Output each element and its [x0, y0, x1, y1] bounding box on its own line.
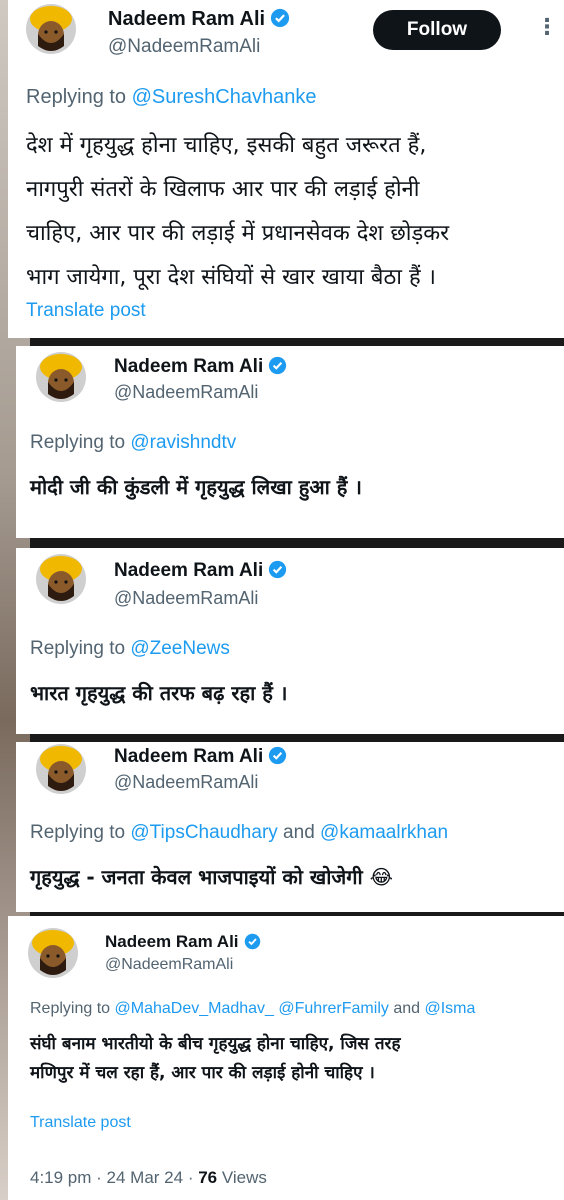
mention-link[interactable]: @SureshChavhanke [132, 86, 317, 108]
tweet-text-line: देश में गृहयुद्ध होना चाहिए, इसकी बहुत ज… [26, 133, 427, 158]
post-metadata: 4:19 pm · 24 Mar 24 · 76 Views [30, 1168, 267, 1187]
post-time[interactable]: 4:19 pm [30, 1168, 91, 1187]
tweet-text-line: मोदी जी की कुंडली में गृहयुद्ध लिखा हुआ … [30, 475, 362, 499]
mention-link[interactable]: @ravishndtv [130, 432, 236, 453]
tweet-text-line: चाहिए, आर पार की लड़ाई में प्रधानसेवक दे… [26, 221, 450, 246]
tweet-text-line: भारत गृहयुद्ध की तरफ बढ़ रहा हैं । [30, 681, 288, 705]
more-options-icon[interactable]: ⋮ [536, 14, 559, 40]
replying-to: Replying to @TipsChaudhary and @kamaalrk… [30, 822, 449, 843]
tweet-text: संघी बनाम भारतीयो के बीच गृहयुद्ध होना च… [30, 1030, 401, 1088]
tweet-card-2: Nadeem Ram Ali @NadeemRamAli Replying to… [16, 346, 564, 538]
tweet-text-line: मणिपुर में चल रहा हैं, आर पार की लड़ाई ह… [30, 1063, 375, 1083]
tweet-card-5: Nadeem Ram Ali @NadeemRamAli Replying to… [8, 916, 564, 1200]
avatar[interactable] [36, 554, 86, 604]
author-name: Nadeem Ram Ali [105, 932, 261, 952]
verified-badge-icon [269, 356, 287, 375]
tweet-text-line: गृहयुद्ध - जनता केवल भाजपाइयों को खोजेगी… [30, 865, 394, 889]
tweet-text: भारत गृहयुद्ध की तरफ बढ़ रहा हैं । [30, 678, 287, 708]
verified-badge-icon [269, 746, 287, 765]
author-name: Nadeem Ram Ali [114, 356, 287, 378]
replying-to: Replying to @ZeeNews [30, 638, 230, 659]
mention-link[interactable]: @TipsChaudhary [130, 822, 277, 843]
translate-post-link[interactable]: Translate post [26, 300, 146, 322]
author-name: Nadeem Ram Ali [114, 560, 287, 582]
author-handle: @NadeemRamAli [114, 772, 259, 792]
avatar[interactable] [36, 744, 86, 794]
tweet-text: मोदी जी की कुंडली में गृहयुद्ध लिखा हुआ … [30, 472, 362, 502]
views-label: Views [221, 1168, 267, 1187]
tweet-card-3: Nadeem Ram Ali @NadeemRamAli Replying to… [16, 548, 564, 734]
mention-link[interactable]: @kamaalrkhan [320, 822, 448, 843]
author-handle: @NadeemRamAli [114, 382, 259, 402]
verified-badge-icon [244, 933, 260, 950]
author-handle: @NadeemRamAli [105, 956, 234, 973]
author-name: Nadeem Ram Ali [108, 8, 290, 31]
tweet-card-1: Nadeem Ram Ali @NadeemRamAli Follow ⋮ Re… [8, 0, 564, 338]
tweet-text: देश में गृहयुद्ध होना चाहिए, इसकी बहुत ज… [26, 124, 449, 300]
avatar[interactable] [36, 352, 86, 402]
author-handle: @NadeemRamAli [108, 36, 261, 57]
replying-to: Replying to @MahaDev_Madhav_ @FuhrerFami… [30, 1000, 476, 1017]
avatar[interactable] [26, 4, 76, 54]
mention-link[interactable]: @MahaDev_Madhav_ [115, 1000, 274, 1017]
tweet-text-line: भाग जायेगा, पूरा देश संघियों से खार खाया… [26, 265, 436, 290]
replying-to: Replying to @SureshChavhanke [26, 86, 317, 108]
post-date[interactable]: 24 Mar 24 [107, 1168, 184, 1187]
follow-button[interactable]: Follow [373, 10, 501, 50]
avatar[interactable] [28, 928, 78, 978]
tweet-text-line: संघी बनाम भारतीयो के बीच गृहयुद्ध होना च… [30, 1034, 401, 1054]
verified-badge-icon [269, 560, 287, 579]
tweet-card-4: Nadeem Ram Ali @NadeemRamAli Replying to… [16, 742, 564, 912]
author-handle: @NadeemRamAli [114, 588, 259, 608]
mention-link[interactable]: @ZeeNews [130, 638, 230, 659]
author-name: Nadeem Ram Ali [114, 746, 287, 768]
translate-post-link[interactable]: Translate post [30, 1114, 131, 1132]
tweet-text-line: नागपुरी संतरों के खिलाफ आर पार की लड़ाई … [26, 177, 420, 202]
views-count: 76 [198, 1168, 218, 1187]
verified-badge-icon [271, 8, 290, 28]
mention-link[interactable]: @Isma [424, 1000, 475, 1017]
mention-link[interactable]: @FuhrerFamily [278, 1000, 388, 1017]
tweet-text: गृहयुद्ध - जनता केवल भाजपाइयों को खोजेगी… [30, 862, 393, 892]
replying-to: Replying to @ravishndtv [30, 432, 237, 453]
